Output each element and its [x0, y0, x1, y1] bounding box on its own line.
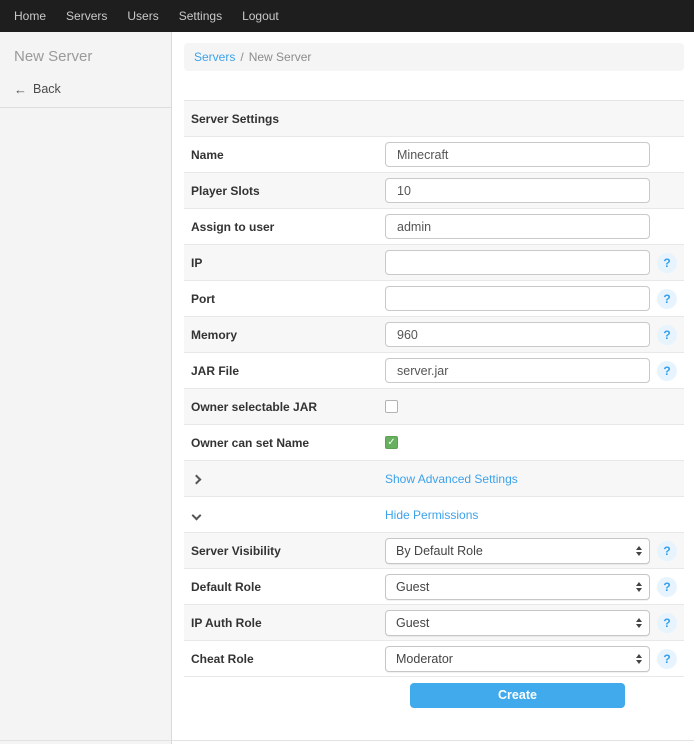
form-row-owner-can-set-name: Owner can set Name [184, 425, 684, 461]
select-arrows-icon [636, 582, 642, 592]
form-row-memory: Memory ? [184, 317, 684, 353]
form-row-name: Name [184, 137, 684, 173]
select-value: Guest [396, 616, 429, 630]
field-label: Owner can set Name [191, 436, 385, 450]
help-icon[interactable]: ? [657, 577, 677, 597]
field-label: Default Role [191, 580, 385, 594]
main-content: Servers / New Server Server Settings Nam… [172, 32, 694, 744]
field-label: Port [191, 292, 385, 306]
page-title: New Server [0, 32, 171, 73]
page: Home Servers Users Settings Logout New S… [0, 0, 694, 744]
form-row-default-role: Default Role Guest ? [184, 569, 684, 605]
select-arrows-icon [636, 618, 642, 628]
jar-file-input[interactable] [385, 358, 650, 383]
chevron-right-icon[interactable] [192, 474, 202, 484]
show-advanced-settings-link[interactable]: Show Advanced Settings [385, 472, 518, 486]
cheat-role-select[interactable]: Moderator [385, 646, 650, 672]
select-value: By Default Role [396, 544, 483, 558]
nav-item-servers[interactable]: Servers [56, 0, 117, 32]
field-label: Memory [191, 328, 385, 342]
server-settings-form: Server Settings Name Player Slots Assign… [184, 100, 684, 713]
hide-permissions-link[interactable]: Hide Permissions [385, 508, 478, 522]
form-row-owner-selectable-jar: Owner selectable JAR [184, 389, 684, 425]
section-header-row: Server Settings [184, 101, 684, 137]
port-input[interactable] [385, 286, 650, 311]
memory-input[interactable] [385, 322, 650, 347]
select-value: Guest [396, 580, 429, 594]
owner-selectable-jar-checkbox[interactable] [385, 400, 398, 413]
back-button[interactable]: ← Back [0, 73, 171, 108]
nav-item-home[interactable]: Home [4, 0, 56, 32]
help-icon[interactable]: ? [657, 361, 677, 381]
field-label: Assign to user [191, 220, 385, 234]
field-label: Name [191, 148, 385, 162]
form-row-player-slots: Player Slots [184, 173, 684, 209]
top-navbar: Home Servers Users Settings Logout [0, 0, 694, 32]
field-label: JAR File [191, 364, 385, 378]
select-arrows-icon [636, 546, 642, 556]
select-arrows-icon [636, 654, 642, 664]
help-icon[interactable]: ? [657, 649, 677, 669]
nav-item-logout[interactable]: Logout [232, 0, 289, 32]
help-icon[interactable]: ? [657, 289, 677, 309]
nav-item-settings[interactable]: Settings [169, 0, 232, 32]
help-icon[interactable]: ? [657, 325, 677, 345]
breadcrumb-servers-link[interactable]: Servers [194, 50, 235, 64]
breadcrumb-separator: / [240, 50, 243, 64]
default-role-select[interactable]: Guest [385, 574, 650, 600]
back-label: Back [33, 82, 61, 96]
form-row-jar-file: JAR File ? [184, 353, 684, 389]
form-row-hide-permissions: Hide Permissions [184, 497, 684, 533]
chevron-down-icon[interactable] [192, 510, 202, 520]
form-row-assign-to-user: Assign to user [184, 209, 684, 245]
form-row-port: Port ? [184, 281, 684, 317]
breadcrumb: Servers / New Server [184, 43, 684, 71]
field-label: IP [191, 256, 385, 270]
help-icon[interactable]: ? [657, 541, 677, 561]
nav-item-users[interactable]: Users [117, 0, 168, 32]
back-arrow-icon: ← [14, 83, 27, 96]
form-row-server-visibility: Server Visibility By Default Role ? [184, 533, 684, 569]
player-slots-input[interactable] [385, 178, 650, 203]
page-bottom-divider [0, 740, 694, 741]
form-row-ip: IP ? [184, 245, 684, 281]
form-row-submit: Create [184, 677, 684, 713]
ip-input[interactable] [385, 250, 650, 275]
help-icon[interactable]: ? [657, 253, 677, 273]
field-label: IP Auth Role [191, 616, 385, 630]
sidebar: New Server ← Back [0, 32, 172, 744]
form-row-show-advanced: Show Advanced Settings [184, 461, 684, 497]
form-row-ip-auth-role: IP Auth Role Guest ? [184, 605, 684, 641]
help-icon[interactable]: ? [657, 613, 677, 633]
breadcrumb-current: New Server [249, 50, 312, 64]
section-title: Server Settings [191, 112, 279, 126]
field-label: Cheat Role [191, 652, 385, 666]
field-label: Owner selectable JAR [191, 400, 385, 414]
server-visibility-select[interactable]: By Default Role [385, 538, 650, 564]
assign-to-user-input[interactable] [385, 214, 650, 239]
form-row-cheat-role: Cheat Role Moderator ? [184, 641, 684, 677]
name-input[interactable] [385, 142, 650, 167]
create-button[interactable]: Create [410, 683, 625, 708]
ip-auth-role-select[interactable]: Guest [385, 610, 650, 636]
select-value: Moderator [396, 652, 453, 666]
field-label: Server Visibility [191, 544, 385, 558]
owner-can-set-name-checkbox[interactable] [385, 436, 398, 449]
field-label: Player Slots [191, 184, 385, 198]
